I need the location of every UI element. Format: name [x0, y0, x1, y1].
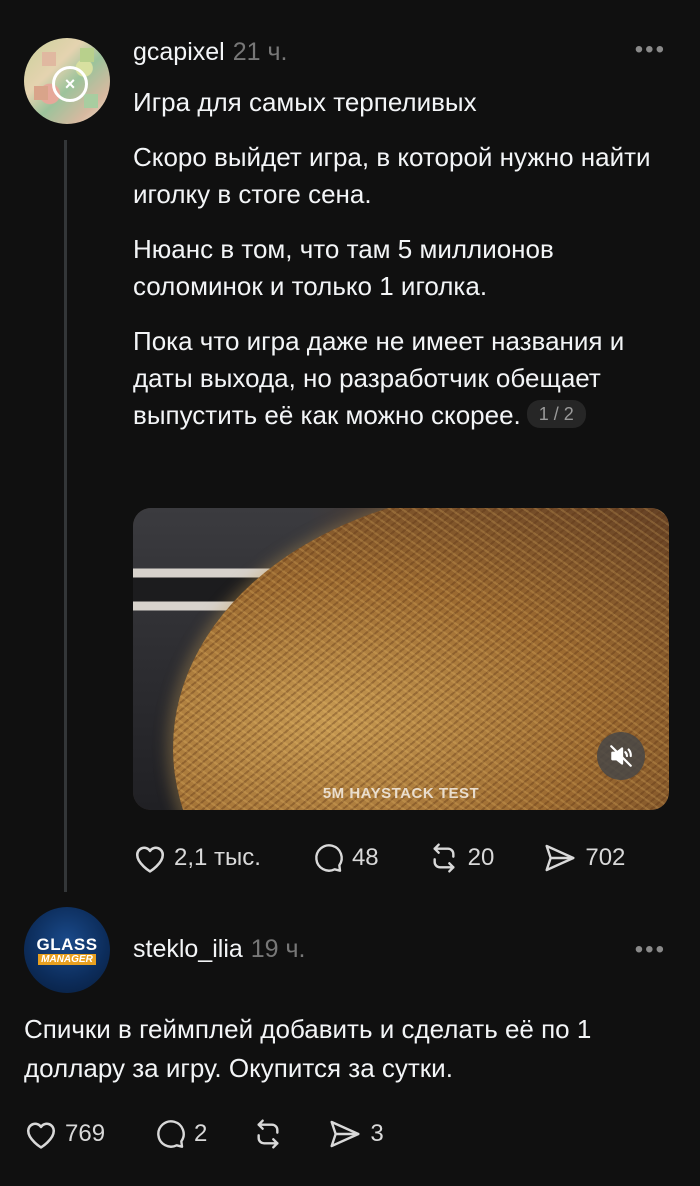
post-time: 21 ч. [232, 38, 288, 66]
comment-bubble-icon [157, 1120, 185, 1148]
comment-bubble-icon [315, 844, 343, 872]
username[interactable]: steklo_ilia [133, 935, 243, 963]
heart-icon [135, 846, 165, 873]
muted-speaker-icon [610, 745, 632, 767]
thread-line [64, 140, 67, 892]
avatar-face-icon: × [52, 66, 88, 102]
comment-button[interactable]: 2 [153, 1118, 207, 1150]
repost-button[interactable]: 20 [427, 842, 495, 874]
repost-arrows-icon [433, 843, 455, 873]
avatar-logo-text: GLASS [36, 934, 98, 954]
like-button[interactable]: 2,1 тыс. [133, 842, 261, 874]
reply-text: Спички в геймплей добавить и сделать её … [24, 1014, 592, 1083]
post-actions: 2,1 тыс. 48 20 702 [133, 842, 625, 874]
reply-header: steklo_ilia 19 ч. [133, 935, 306, 964]
share-button[interactable]: 3 [327, 1118, 384, 1150]
like-count: 2,1 тыс. [174, 844, 261, 871]
repost-button[interactable] [251, 1118, 285, 1150]
heart-icon [26, 1122, 56, 1149]
username[interactable]: gcapixel [133, 38, 225, 66]
avatar-logo-subtext: MANAGER [38, 953, 96, 965]
more-dots-icon[interactable]: ••• [635, 936, 666, 964]
share-button[interactable]: 702 [542, 842, 625, 874]
reply-actions: 769 2 3 [24, 1118, 384, 1150]
post-paragraph: Нюанс в том, что там 5 миллионов соломин… [133, 234, 554, 301]
media-counter-badge: 1 / 2 [526, 400, 586, 428]
send-paper-plane-icon [545, 844, 575, 872]
video-caption: 5M HAYSTACK TEST [322, 785, 480, 802]
post-body: Скоро выйдет игра, в которой нужно найти… [133, 139, 673, 452]
more-dots-icon[interactable]: ••• [635, 36, 666, 64]
repost-count: 20 [467, 844, 495, 871]
like-count: 769 [65, 1120, 106, 1147]
mute-button[interactable] [597, 732, 645, 780]
like-button[interactable]: 769 [24, 1118, 105, 1150]
post-paragraph: Скоро выйдет игра, в которой нужно найти… [133, 142, 651, 209]
repost-arrows-icon [257, 1119, 279, 1149]
share-count: 3 [370, 1120, 384, 1147]
comment-count: 2 [194, 1120, 208, 1147]
avatar[interactable]: × [24, 38, 110, 124]
send-paper-plane-icon [330, 1120, 360, 1148]
post-paragraph: Пока что игра даже не имеет названия и д… [133, 323, 673, 434]
share-count: 702 [585, 844, 626, 871]
avatar[interactable]: GLASS MANAGER [24, 907, 110, 993]
comment-button[interactable]: 48 [311, 842, 379, 874]
post-title: Игра для самых терпеливых [133, 87, 477, 117]
comment-count: 48 [351, 844, 379, 871]
video-preview[interactable]: 5M HAYSTACK TEST [133, 508, 669, 810]
reply-time: 19 ч. [250, 935, 306, 963]
post-header: gcapixel 21 ч. [133, 38, 287, 67]
